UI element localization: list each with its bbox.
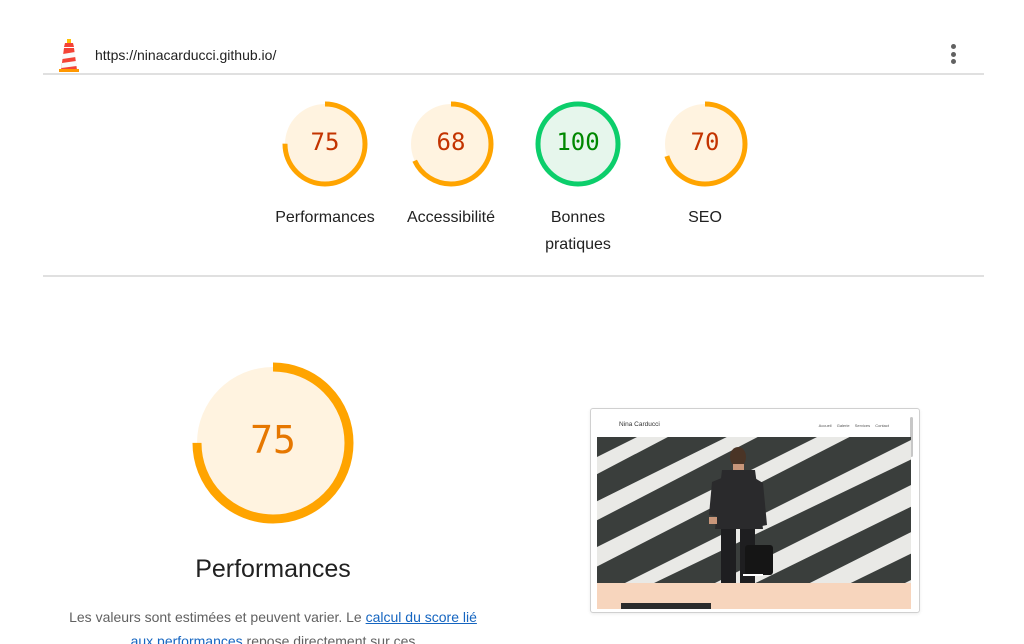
gauge-score: 75	[310, 128, 340, 156]
more-vert-icon[interactable]	[948, 44, 958, 68]
desc-prefix: Les valeurs sont estimées et peuvent var…	[69, 609, 366, 625]
gauge-label: Bonnes pratiques	[545, 209, 611, 253]
page-url: https://ninacarducci.github.io/	[95, 47, 277, 63]
performance-gauge-large: 75	[190, 360, 356, 526]
hero-image	[597, 437, 911, 583]
screenshot-nav-item: Services	[854, 423, 871, 428]
gauge-performance[interactable]: 75 Performances	[265, 100, 385, 231]
performance-description: Les valeurs sont estimées et peuvent var…	[63, 605, 483, 644]
section-divider	[43, 275, 984, 277]
screenshot-nav-item: Contact	[875, 423, 889, 428]
gauge-accessibility[interactable]: 68 Accessibilité	[391, 100, 511, 231]
final-screenshot[interactable]: Nina Carducci Accueil Galerie Services C…	[590, 408, 920, 613]
gauge-label: Performances	[275, 209, 375, 226]
gauge-score: 100	[556, 128, 600, 156]
gauge-label: SEO	[688, 209, 722, 226]
desc-suffix: repose directement sur ces	[242, 633, 416, 644]
gauge-best-practices[interactable]: 100 Bonnes pratiques	[518, 100, 638, 258]
gauge-label: Accessibilité	[406, 209, 496, 226]
gauge-seo[interactable]: 70 SEO	[645, 100, 765, 231]
screenshot-site-header: Nina Carducci Accueil Galerie Services C…	[597, 415, 913, 437]
screenshot-nav-item: Galerie	[836, 423, 850, 428]
performance-score: 75	[250, 418, 296, 462]
screenshot-brand: Nina Carducci	[619, 421, 660, 428]
score-gauges: 75 Performances 68 Accessibilité 100 Bon…	[0, 100, 1024, 260]
screenshot-nav: Accueil Galerie Services Contact	[815, 423, 889, 428]
report-header: https://ninacarducci.github.io/	[43, 38, 984, 75]
gauge-score: 70	[690, 128, 720, 156]
gauge-score: 68	[436, 128, 466, 156]
screenshot-content-band	[597, 583, 911, 609]
performance-title: Performances	[195, 555, 351, 583]
lighthouse-icon	[59, 39, 79, 72]
screenshot-nav-item: Accueil	[818, 423, 832, 428]
